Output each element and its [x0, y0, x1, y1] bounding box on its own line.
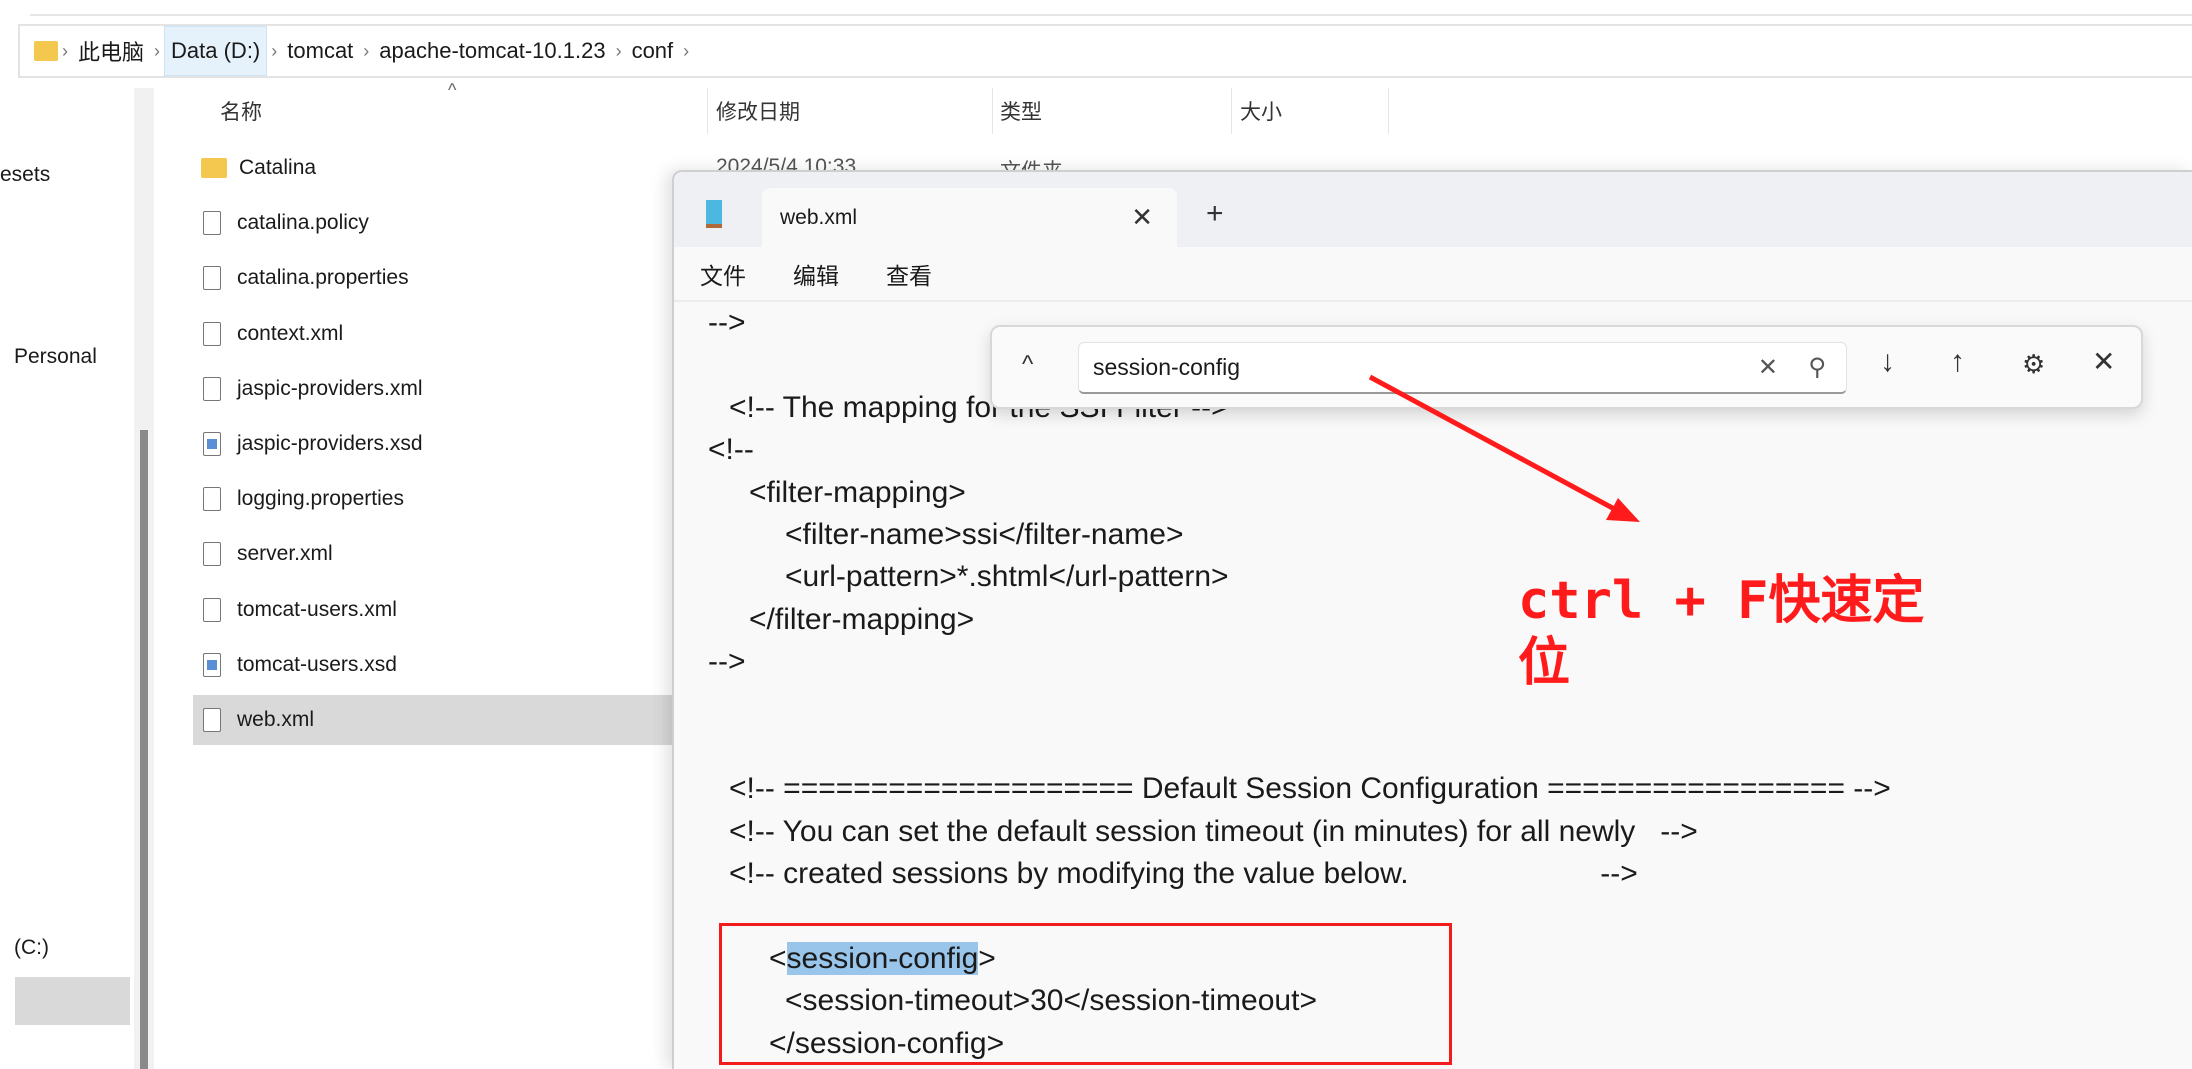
- column-header-date[interactable]: 修改日期: [716, 96, 800, 126]
- code-line: <!-- You can set the default session tim…: [729, 814, 1698, 848]
- file-row[interactable]: server.xml: [193, 529, 672, 579]
- folder-icon: [201, 158, 227, 178]
- chevron-up-icon[interactable]: ^: [1022, 351, 1033, 379]
- nav-item-personal[interactable]: Personal: [14, 345, 97, 369]
- breadcrumb-conf[interactable]: conf: [626, 26, 680, 76]
- file-icon: [203, 487, 221, 512]
- file-icon: [203, 376, 221, 401]
- file-name: jaspic-providers.xsd: [237, 432, 423, 455]
- chevron-right-icon[interactable]: ›: [58, 41, 72, 62]
- file-name: context.xml: [237, 321, 344, 345]
- file-row[interactable]: jaspic-providers.xsd: [193, 419, 672, 469]
- code-line: <!-- ==================== Default Sessio…: [729, 772, 1891, 806]
- close-icon[interactable]: ✕: [2092, 345, 2115, 378]
- file-row[interactable]: logging.properties: [193, 474, 672, 524]
- file-name: catalina.policy: [237, 211, 369, 235]
- file-name: jaspic-providers.xml: [237, 376, 423, 400]
- folder-icon: [34, 41, 58, 61]
- arrow-up-icon[interactable]: ↑: [1950, 345, 1965, 379]
- chevron-right-icon[interactable]: ›: [679, 41, 693, 62]
- file-name: Catalina: [239, 156, 317, 179]
- chevron-right-icon[interactable]: ›: [612, 41, 626, 62]
- arrow-down-icon[interactable]: ↓: [1880, 345, 1895, 379]
- file-row[interactable]: tomcat-users.xml: [193, 585, 672, 635]
- column-divider[interactable]: [707, 88, 708, 134]
- file-icon: [203, 321, 221, 346]
- file-row[interactable]: catalina.properties: [193, 253, 672, 303]
- menu-bar: 文件 编辑 查看: [674, 247, 2192, 302]
- file-row[interactable]: web.xml: [193, 695, 672, 745]
- file-icon: [203, 211, 221, 236]
- search-icon[interactable]: ⚲: [1808, 353, 1826, 382]
- nav-item-c-drive[interactable]: (C:): [14, 936, 49, 960]
- column-divider[interactable]: [1388, 88, 1389, 134]
- file-icon: [203, 542, 221, 567]
- code-line: <filter-name>ssi</filter-name>: [785, 517, 1184, 551]
- column-divider[interactable]: [992, 88, 993, 134]
- file-icon: [203, 652, 221, 677]
- column-header-type[interactable]: 类型: [1000, 96, 1042, 126]
- options-sliders-icon[interactable]: ⚙: [2022, 349, 2045, 380]
- file-name: catalina.properties: [237, 266, 409, 290]
- file-name: tomcat-users.xsd: [237, 652, 397, 676]
- highlight-box: [719, 923, 1452, 1065]
- file-row[interactable]: catalina.policy: [193, 198, 672, 248]
- sort-ascending-icon: ^: [448, 80, 457, 100]
- tab-title: web.xml: [780, 206, 858, 229]
- navigation-pane: [0, 88, 132, 1069]
- breadcrumb-apache-tomcat[interactable]: apache-tomcat-10.1.23: [373, 26, 611, 76]
- file-row[interactable]: Catalina: [193, 143, 672, 193]
- chevron-right-icon[interactable]: ›: [359, 41, 373, 62]
- file-name: web.xml: [237, 708, 315, 731]
- new-tab-icon[interactable]: +: [1206, 197, 1224, 231]
- column-divider[interactable]: [1231, 88, 1232, 134]
- chevron-right-icon[interactable]: ›: [267, 41, 281, 62]
- file-name: tomcat-users.xml: [237, 597, 397, 621]
- file-row[interactable]: jaspic-providers.xml: [193, 364, 672, 414]
- nav-scrollbar-thumb[interactable]: [140, 430, 148, 1069]
- find-bar: ^ session-config ✕ ⚲ ↓ ↑ ⚙ ✕: [990, 325, 2143, 409]
- file-row[interactable]: tomcat-users.xsd: [193, 640, 672, 690]
- top-divider: [30, 14, 2192, 16]
- file-icon: [203, 597, 221, 622]
- menu-view[interactable]: 查看: [886, 257, 932, 291]
- breadcrumb-this-pc[interactable]: 此电脑: [72, 26, 150, 76]
- breadcrumb-data-d[interactable]: Data (D:): [164, 26, 268, 76]
- file-icon: [203, 266, 221, 291]
- file-icon: [203, 708, 221, 732]
- code-line: <!-- created sessions by modifying the v…: [729, 857, 1638, 891]
- column-header-name[interactable]: 名称: [220, 96, 262, 126]
- breadcrumb-tomcat[interactable]: tomcat: [281, 26, 359, 76]
- menu-file[interactable]: 文件: [700, 257, 746, 291]
- tab-web-xml[interactable]: web.xml ✕: [762, 188, 1177, 248]
- nav-item-selected[interactable]: [15, 977, 130, 1025]
- menu-edit[interactable]: 编辑: [793, 257, 839, 291]
- find-input-value: session-config: [1093, 354, 1241, 380]
- chevron-right-icon[interactable]: ›: [150, 41, 164, 62]
- file-row[interactable]: context.xml: [193, 309, 672, 359]
- file-icon: [203, 432, 221, 456]
- annotation-text: ctrl + F快速定位: [1518, 571, 1925, 693]
- file-name: server.xml: [237, 542, 333, 566]
- code-line: <filter-mapping>: [749, 475, 966, 509]
- code-line: <!--: [708, 433, 754, 467]
- close-tab-icon[interactable]: ✕: [1131, 202, 1153, 233]
- find-input[interactable]: session-config ✕ ⚲: [1078, 342, 1847, 394]
- clear-icon[interactable]: ✕: [1758, 353, 1778, 382]
- nav-item-esets[interactable]: esets: [0, 163, 50, 187]
- address-bar[interactable]: › 此电脑 › Data (D:) › tomcat › apache-tomc…: [18, 24, 2192, 78]
- file-name: logging.properties: [237, 487, 404, 511]
- column-header-size[interactable]: 大小: [1240, 96, 1282, 126]
- notepad-app-icon: [706, 200, 722, 228]
